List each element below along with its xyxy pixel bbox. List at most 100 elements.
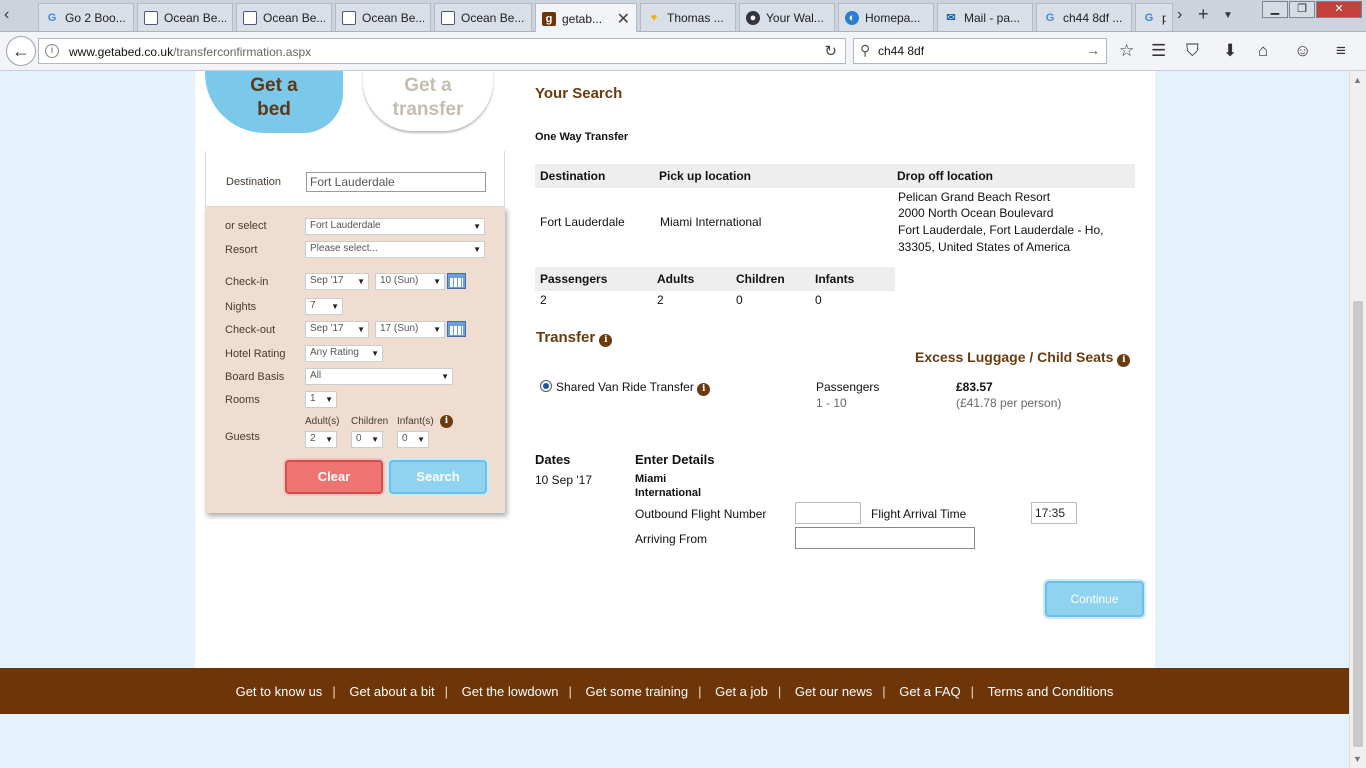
footer-link-get-our-news[interactable]: Get our news	[785, 684, 882, 699]
back-button[interactable]: ←	[6, 36, 36, 66]
checkout-day-select[interactable]: 17 (Sun) ▼	[375, 321, 445, 338]
page-scrollbar[interactable]: ▲ ▼	[1349, 71, 1366, 768]
destination-input[interactable]	[306, 172, 486, 192]
footer-link-get-a-job[interactable]: Get a job	[705, 684, 778, 699]
browser-tab[interactable]: ● Your Wal...	[739, 3, 835, 31]
infants-count: 0	[815, 293, 822, 307]
browser-nav-bar: ← i www.getabed.co.uk/transferconfirmati…	[0, 32, 1366, 71]
bookmark-star-icon[interactable]: ☆	[1119, 41, 1134, 61]
address-bar[interactable]: i www.getabed.co.uk/transferconfirmation…	[38, 38, 846, 64]
page: Get a transfer Get a bed Destination or …	[0, 71, 1366, 768]
new-tab-icon[interactable]: +	[1198, 4, 1209, 25]
google-icon: G	[1144, 11, 1154, 24]
chevron-down-icon: ▼	[371, 349, 379, 358]
nights-select[interactable]: 7 ▼	[305, 298, 343, 315]
tab-getabed-line1: Get a	[250, 75, 298, 96]
destination-select[interactable]: Fort Lauderdale ▼	[305, 218, 485, 235]
outbound-flight-input[interactable]	[795, 502, 861, 524]
scrollbar-thumb[interactable]	[1353, 301, 1363, 747]
transfer-option-label: Shared Van Ride Transfer i	[556, 380, 711, 396]
info-icon[interactable]: i	[599, 334, 613, 347]
chevron-down-icon: ▼	[357, 325, 365, 334]
pickup-value: Miami International	[660, 215, 762, 229]
info-icon[interactable]: i	[697, 383, 711, 396]
browser-tab[interactable]: Gch44 8df ...	[1036, 3, 1132, 31]
feedback-icon[interactable]: ☺	[1294, 41, 1311, 61]
download-icon[interactable]: ⬇	[1223, 41, 1237, 61]
footer-link-get-some-training[interactable]: Get some training	[575, 684, 698, 699]
calendar-icon[interactable]	[447, 273, 466, 289]
rooms-select[interactable]: 1 ▼	[305, 391, 337, 408]
destination-select-value: Fort Lauderdale	[310, 220, 381, 231]
reload-icon[interactable]: ↻	[824, 42, 837, 60]
scroll-tabs-right-icon[interactable]: ›	[1177, 6, 1182, 24]
menu-icon[interactable]: ≡	[1336, 41, 1346, 61]
browser-search-box[interactable]: ⚲ →	[853, 38, 1107, 64]
transfer-passengers-range: 1 - 10	[816, 396, 847, 410]
browser-tab[interactable]: ◐ Homepa...	[838, 3, 934, 31]
browser-tab[interactable]: G Go 2 Boo...	[38, 3, 134, 31]
chevron-down-icon: ▼	[417, 435, 425, 444]
transfer-option-radio[interactable]	[540, 380, 552, 392]
transfer-price-per-person: (£41.78 per person)	[956, 396, 1062, 410]
footer-link-get-the-lowdown[interactable]: Get the lowdown	[452, 684, 569, 699]
globe-icon: ◐	[845, 10, 859, 25]
rooms-value: 1	[310, 393, 316, 404]
browser-tab[interactable]: Ocean Be...	[137, 3, 233, 31]
checkin-month-select[interactable]: Sep '17 ▼	[305, 273, 369, 290]
reading-list-icon[interactable]: ☰	[1151, 41, 1166, 61]
hotel-rating-select[interactable]: Any Rating ▼	[305, 345, 383, 362]
checkin-day-select[interactable]: 10 (Sun) ▼	[375, 273, 445, 290]
minimize-icon[interactable]: ▁	[1262, 1, 1288, 18]
col-children: Children	[736, 272, 785, 286]
resort-select[interactable]: Please select... ▼	[305, 241, 485, 258]
search-panel: Get a transfer Get a bed Destination or …	[205, 71, 505, 513]
browser-tab[interactable]: ♥ Thomas ...	[640, 3, 736, 31]
info-icon[interactable]: i	[440, 415, 453, 428]
browser-tab[interactable]: Gp	[1135, 3, 1173, 31]
site-info-icon[interactable]: i	[45, 44, 59, 58]
tab-transfer-line2: transfer	[392, 99, 464, 120]
browser-tab[interactable]: Ocean Be...	[236, 3, 332, 31]
outbound-flight-label: Outbound Flight Number	[635, 507, 767, 521]
arrival-time-input[interactable]	[1031, 502, 1077, 524]
doc-icon	[243, 10, 257, 25]
footer-link-get-about-a-bit[interactable]: Get about a bit	[339, 684, 444, 699]
scroll-tabs-left-icon[interactable]: ‹	[4, 6, 9, 24]
browser-tab[interactable]: Ocean Be...	[434, 3, 532, 31]
arriving-from-input[interactable]	[795, 527, 975, 549]
clear-button[interactable]: Clear	[285, 460, 383, 494]
pocket-icon[interactable]: ⛉	[1186, 41, 1199, 61]
board-basis-select[interactable]: All ▼	[305, 368, 453, 385]
browser-search-input[interactable]	[878, 42, 1078, 60]
maximize-icon[interactable]: ❐	[1289, 1, 1315, 18]
window-close-icon[interactable]: ✕	[1316, 1, 1362, 18]
list-tabs-icon[interactable]: ▼	[1223, 10, 1233, 21]
checkin-month-value: Sep '17	[310, 275, 344, 286]
footer-link-terms[interactable]: Terms and Conditions	[978, 684, 1124, 699]
infants-select[interactable]: 0 ▼	[397, 431, 429, 448]
browser-tab-active[interactable]: g getab... ✕	[535, 3, 637, 33]
footer-link-get-to-know-us[interactable]: Get to know us	[226, 684, 333, 699]
col-destination: Destination	[540, 169, 606, 183]
calendar-icon[interactable]	[447, 321, 466, 337]
browser-tab[interactable]: Ocean Be...	[335, 3, 431, 31]
checkout-month-select[interactable]: Sep '17 ▼	[305, 321, 369, 338]
col-passengers: Passengers	[540, 272, 608, 286]
close-tab-icon[interactable]: ✕	[617, 9, 630, 29]
scroll-down-icon[interactable]: ▼	[1353, 754, 1362, 764]
children-select[interactable]: 0 ▼	[351, 431, 383, 448]
passengers-value: 2	[540, 293, 547, 307]
continue-button[interactable]: Continue	[1045, 581, 1144, 617]
browser-tab[interactable]: ✉ Mail - pa...	[937, 3, 1033, 31]
search-button[interactable]: Search	[389, 460, 487, 494]
info-icon[interactable]: i	[1117, 354, 1131, 367]
home-icon[interactable]: ⌂	[1258, 41, 1268, 61]
hotel-rating-value: Any Rating	[310, 347, 359, 358]
google-icon: G	[1045, 11, 1055, 24]
scroll-up-icon[interactable]: ▲	[1353, 75, 1362, 85]
adults-select[interactable]: 2 ▼	[305, 431, 337, 448]
search-go-icon[interactable]: →	[1086, 42, 1100, 58]
footer-link-get-a-faq[interactable]: Get a FAQ	[889, 684, 970, 699]
enter-details-label: Enter Details	[635, 452, 715, 467]
